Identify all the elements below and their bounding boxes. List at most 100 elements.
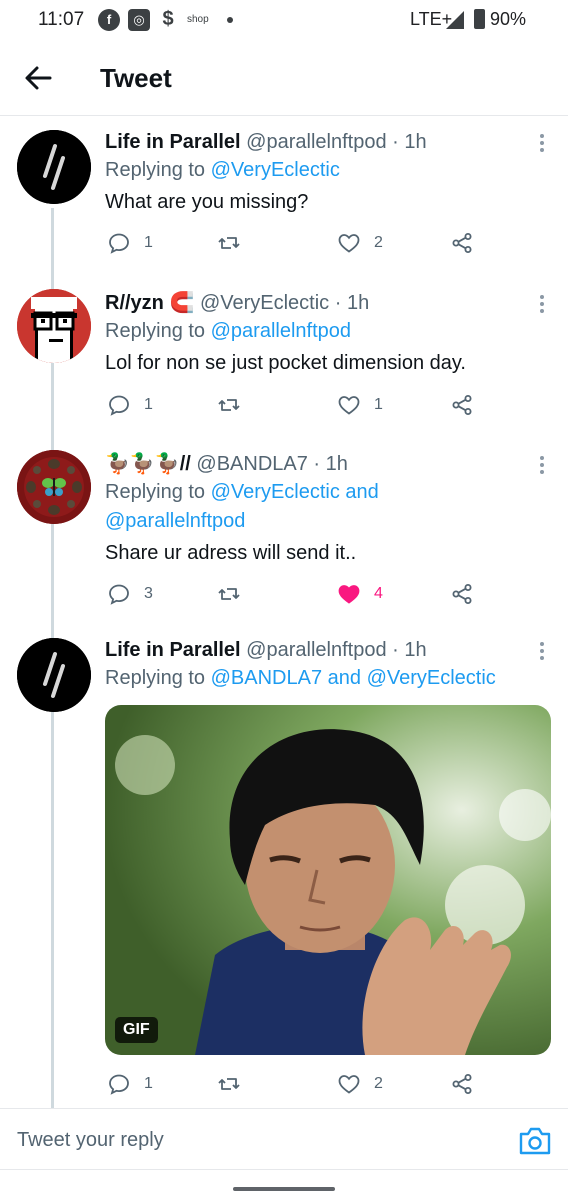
retweet-button[interactable] xyxy=(217,1071,241,1097)
retweet-button[interactable] xyxy=(217,230,241,256)
like-button[interactable]: 2 xyxy=(337,230,383,256)
reply-mention[interactable]: @VeryEclectic xyxy=(211,159,340,181)
more-options-icon[interactable] xyxy=(538,295,546,317)
reply-button[interactable]: 1 xyxy=(107,230,153,256)
reply-mention[interactable]: @parallelnftpod xyxy=(105,510,245,532)
like-count: 2 xyxy=(374,1075,383,1092)
tweet-header: Life in Parallel @parallelnftpod · 1h xyxy=(105,128,545,156)
home-indicator[interactable] xyxy=(233,1187,335,1191)
replying-to: Replying to @BANDLA7 and @VeryEclectic xyxy=(105,664,545,693)
author-handle[interactable]: @parallelnftpod xyxy=(246,639,386,661)
more-options-icon[interactable] xyxy=(538,456,546,478)
tweet-text: Share ur adress will send it.. xyxy=(105,542,357,564)
reply-input[interactable] xyxy=(17,1123,487,1157)
reply-mention[interactable]: @parallelnftpod xyxy=(211,320,351,342)
more-options-icon[interactable] xyxy=(538,642,546,664)
tweet-time: · 1h xyxy=(313,453,348,475)
reply-mention[interactable]: @VeryEclectic and xyxy=(211,481,379,503)
page-title: Tweet xyxy=(100,63,172,93)
tweet-header: R//yzn 🧲 @VeryEclectic · 1h xyxy=(105,289,545,317)
box-icon: ◎ xyxy=(128,9,150,31)
status-bar: 11:07 f ◎ $ shop LTE+ 90% xyxy=(0,0,568,40)
tweet-text: Lol for non se just pocket dimension day… xyxy=(105,352,466,374)
replying-to-label: Replying to xyxy=(105,667,206,689)
like-button[interactable]: 2 xyxy=(337,1071,383,1097)
share-icon xyxy=(452,395,472,415)
author-name[interactable]: Life in Parallel xyxy=(105,639,241,661)
parallel-logo-icon xyxy=(17,638,91,712)
reply-count: 1 xyxy=(144,1075,153,1092)
tweet-time: · 1h xyxy=(392,639,427,661)
status-time: 11:07 xyxy=(38,9,85,30)
author-name[interactable]: R//yzn xyxy=(105,292,164,314)
share-icon xyxy=(452,1074,472,1094)
share-button[interactable] xyxy=(450,1071,474,1097)
share-icon xyxy=(452,233,472,253)
like-count: 2 xyxy=(374,234,383,251)
camera-button[interactable] xyxy=(518,1126,552,1156)
retweet-button[interactable] xyxy=(217,581,241,607)
reply-button[interactable]: 1 xyxy=(107,392,153,418)
reply-count: 1 xyxy=(144,234,153,251)
notification-dot xyxy=(227,17,233,23)
tweet-time: · 1h xyxy=(392,131,427,153)
retweet-icon xyxy=(218,588,240,600)
back-button[interactable] xyxy=(22,58,56,98)
reply-button[interactable]: 1 xyxy=(107,1071,153,1097)
avatar[interactable] xyxy=(17,450,91,524)
reply-mention[interactable]: @BANDLA7 and @VeryEclectic xyxy=(211,667,496,689)
like-count: 1 xyxy=(374,396,383,413)
tweet-time: · 1h xyxy=(334,292,370,314)
gif-badge: GIF xyxy=(115,1017,158,1043)
reply-icon xyxy=(109,584,129,605)
battery-percent: 90% xyxy=(490,9,527,29)
magnet-emoji: 🧲 xyxy=(169,292,195,314)
replying-to-label: Replying to xyxy=(105,320,206,342)
avatar[interactable] xyxy=(17,638,91,712)
reply-count: 3 xyxy=(144,585,153,602)
share-button[interactable] xyxy=(450,392,474,418)
retweet-icon xyxy=(218,1078,240,1090)
like-button[interactable]: 4 xyxy=(337,581,383,607)
battery-icon xyxy=(474,9,485,29)
share-button[interactable] xyxy=(450,581,474,607)
replying-to-label: Replying to xyxy=(105,159,206,181)
pixel-face-icon xyxy=(17,289,91,363)
heart-icon xyxy=(338,1075,360,1094)
facebook-icon: f xyxy=(98,9,120,31)
avatar[interactable] xyxy=(17,289,91,363)
retweet-icon xyxy=(218,237,240,249)
author-name[interactable]: 🦆🦆🦆// xyxy=(105,453,191,475)
tweet-header: 🦆🦆🦆// @BANDLA7 · 1h xyxy=(105,450,545,478)
reply-button[interactable]: 3 xyxy=(107,581,153,607)
shop-label: shop xyxy=(187,14,209,25)
like-count: 4 xyxy=(374,585,383,602)
reply-composer xyxy=(0,1108,568,1170)
tweet-actions: 1 2 xyxy=(105,230,545,256)
gif-media[interactable]: GIF xyxy=(105,705,551,1055)
signal-icon xyxy=(446,11,464,29)
tweet-actions: 3 4 xyxy=(105,581,545,607)
heart-filled-icon xyxy=(338,585,360,604)
author-name[interactable]: Life in Parallel xyxy=(105,131,241,153)
reply-icon xyxy=(109,395,129,416)
heart-icon xyxy=(338,396,360,415)
tweet-actions: 1 2 xyxy=(105,1071,545,1097)
author-handle[interactable]: @BANDLA7 xyxy=(196,453,307,475)
share-button[interactable] xyxy=(450,230,474,256)
replying-to: Replying to @VeryEclectic and @paralleln… xyxy=(105,478,545,536)
more-options-icon[interactable] xyxy=(538,134,546,156)
author-handle[interactable]: @parallelnftpod xyxy=(246,131,386,153)
reply-count: 1 xyxy=(144,396,153,413)
avatar[interactable] xyxy=(17,130,91,204)
reply-icon xyxy=(109,233,129,254)
arrow-left-icon xyxy=(25,66,52,90)
camera-icon xyxy=(519,1127,551,1155)
retweet-icon xyxy=(218,399,240,411)
retweet-button[interactable] xyxy=(217,392,241,418)
author-handle[interactable]: @VeryEclectic xyxy=(200,292,329,314)
replying-to-label: Replying to xyxy=(105,481,206,503)
tweet-header: Life in Parallel @parallelnftpod · 1h xyxy=(105,636,545,664)
share-icon xyxy=(452,584,472,604)
like-button[interactable]: 1 xyxy=(337,392,383,418)
